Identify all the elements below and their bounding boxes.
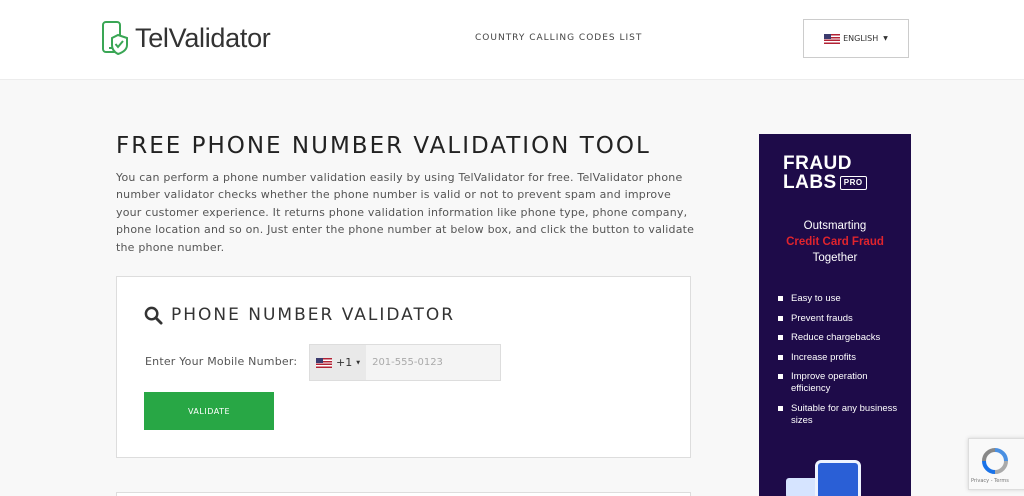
- ad-tagline-3: Together: [812, 252, 858, 264]
- us-flag-icon: [316, 357, 332, 368]
- ad-brand-line1: FRAUD: [783, 153, 852, 174]
- us-flag-icon: [824, 33, 841, 44]
- nav-country-calling-codes[interactable]: COUNTRY CALLING CODES LIST: [475, 33, 642, 43]
- language-label: ENGLISH: [843, 34, 879, 43]
- ad-tagline-2: Credit Card Fraud: [786, 236, 884, 248]
- phone-input-group: +1 ▼: [309, 344, 501, 381]
- validator-title: PHONE NUMBER VALIDATOR: [171, 305, 456, 325]
- brand-name: TelValidator: [135, 22, 271, 53]
- ad-feature-item: Increase profits: [777, 352, 907, 364]
- ad-brand-logo: FRAUD LABS PRO: [783, 154, 867, 192]
- search-icon: [144, 306, 163, 325]
- validator-card: PHONE NUMBER VALIDATOR Enter Your Mobile…: [116, 276, 691, 458]
- fraudlabs-ad-banner[interactable]: FRAUD LABS PRO Outsmarting Credit Card Fr…: [759, 134, 911, 496]
- caret-down-icon: ▼: [356, 359, 361, 366]
- site-header: TelValidator COUNTRY CALLING CODES LIST …: [0, 0, 1024, 80]
- site-logo[interactable]: TelValidator: [101, 21, 271, 55]
- ad-feature-item: Improve operation efficiency: [777, 371, 907, 395]
- country-code: +1: [336, 356, 353, 369]
- validator-heading: PHONE NUMBER VALIDATOR: [144, 305, 455, 325]
- ad-brand-line2: LABS: [783, 172, 837, 193]
- phone-field-label: Enter Your Mobile Number:: [145, 355, 298, 368]
- results-card: [116, 492, 691, 496]
- ad-brand-badge: PRO: [839, 175, 867, 190]
- recaptcha-badge[interactable]: Privacy - Terms: [968, 438, 1024, 490]
- ad-feature-list: Easy to use Prevent frauds Reduce charge…: [777, 293, 907, 435]
- ad-feature-item: Prevent frauds: [777, 313, 907, 325]
- ad-feature-item: Reduce chargebacks: [777, 332, 907, 344]
- page-title: FREE PHONE NUMBER VALIDATION TOOL: [116, 133, 651, 159]
- recaptcha-icon: [982, 448, 1008, 474]
- smartphone-icon: [815, 460, 861, 496]
- caret-down-icon: ▼: [883, 35, 888, 42]
- validate-button[interactable]: VALIDATE: [144, 392, 274, 430]
- recaptcha-links[interactable]: Privacy - Terms: [971, 478, 1009, 484]
- language-dropdown[interactable]: ENGLISH ▼: [803, 19, 909, 58]
- country-code-select[interactable]: +1 ▼: [310, 345, 367, 380]
- ad-feature-item: Easy to use: [777, 293, 907, 305]
- ad-feature-item: Suitable for any business sizes: [777, 403, 907, 427]
- ad-tagline-1: Outsmarting: [803, 220, 867, 232]
- phone-shield-icon: [102, 21, 128, 55]
- phone-number-input[interactable]: [366, 345, 500, 380]
- intro-text: You can perform a phone number validatio…: [116, 171, 695, 254]
